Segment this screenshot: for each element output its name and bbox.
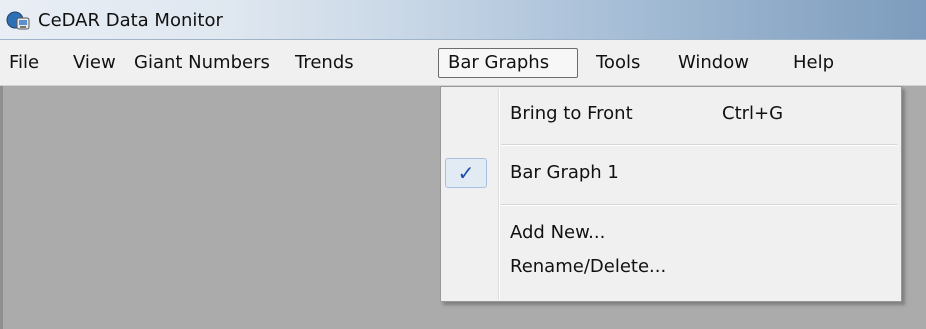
menu-separator — [501, 204, 897, 206]
bar-graph-1-label: Bar Graph 1 — [510, 162, 619, 183]
menu-item-bar-graph-1[interactable]: ✓ Bar Graph 1 — [441, 156, 901, 190]
checkmark-icon: ✓ — [445, 158, 487, 188]
menu-separator — [501, 144, 897, 146]
bring-to-front-shortcut: Ctrl+G — [722, 103, 784, 124]
bring-to-front-label: Bring to Front — [510, 103, 633, 124]
window-title: CeDAR Data Monitor — [38, 10, 223, 31]
rename-delete-label: Rename/Delete... — [510, 256, 667, 277]
menu-file[interactable]: File — [0, 48, 48, 78]
menu-bar-graphs[interactable]: Bar Graphs — [438, 48, 578, 78]
menu-trends[interactable]: Trends — [286, 48, 363, 78]
menu-tools[interactable]: Tools — [587, 48, 649, 78]
menu-giant-numbers[interactable]: Giant Numbers — [125, 48, 279, 78]
menu-window[interactable]: Window — [669, 48, 758, 78]
add-new-label: Add New... — [510, 222, 606, 243]
menu-view[interactable]: View — [64, 48, 125, 78]
menu-help[interactable]: Help — [784, 48, 843, 78]
menu-item-rename-delete[interactable]: Rename/Delete... — [441, 250, 901, 284]
title-bar: CeDAR Data Monitor — [0, 0, 926, 40]
menu-bar: File View Giant Numbers Trends Bar Graph… — [0, 40, 926, 86]
menu-item-add-new[interactable]: Add New... — [441, 216, 901, 250]
menu-item-bring-to-front[interactable]: Bring to Front Ctrl+G — [441, 97, 901, 131]
app-icon[interactable] — [6, 10, 32, 32]
bar-graphs-dropdown: Bring to Front Ctrl+G ✓ Bar Graph 1 Add … — [440, 86, 902, 302]
